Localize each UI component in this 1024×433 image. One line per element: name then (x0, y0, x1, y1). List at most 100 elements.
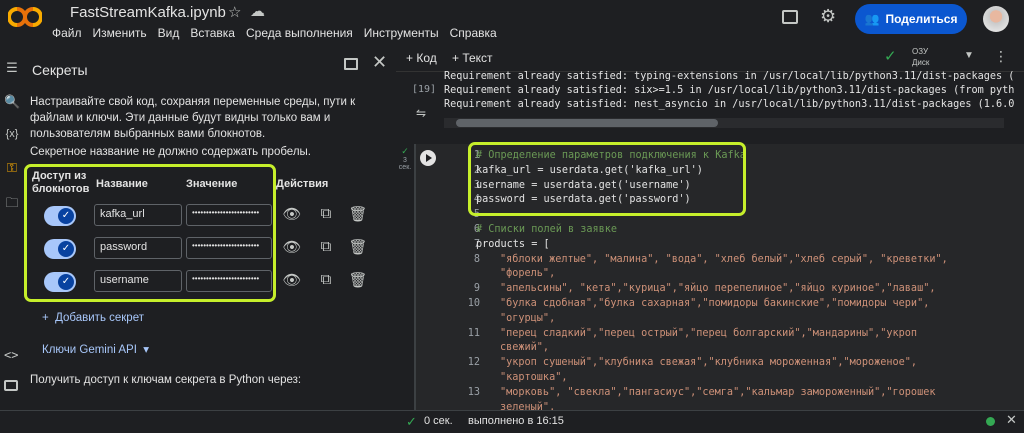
plus-icon: + (42, 312, 56, 324)
search-icon[interactable]: 🔍 (4, 94, 20, 110)
trash-icon[interactable]: 🗑 (348, 271, 368, 291)
scrollbar-thumb[interactable] (456, 119, 718, 127)
code-text: "яблоки желтые", "малина", "вода", "хлеб… (500, 253, 948, 265)
highlight-box (24, 164, 276, 302)
close-icon[interactable]: ✕ (1006, 412, 1017, 428)
line-number: 13 (467, 386, 480, 398)
code-text: "укроп сушеный","клубника свежая","клубн… (500, 357, 918, 369)
highlight-box (468, 142, 746, 216)
share-label: Поделиться (885, 12, 958, 26)
add-secret-button[interactable]: + Добавить секрет (42, 312, 144, 324)
code-text: "картошка", (500, 372, 568, 383)
line-number: 10 (467, 298, 480, 309)
add-code-label: Код (416, 51, 437, 65)
secrets-panel: Секреты ✕ Настраивайте свой код, сохраня… (22, 50, 406, 410)
code-text: "морковь", "свекла","пангасиус","семга",… (500, 386, 936, 398)
add-secret-label: Добавить секрет (55, 312, 144, 324)
gear-icon[interactable]: ⚙ (820, 6, 836, 27)
eye-icon[interactable]: 👁 (282, 271, 302, 291)
code-text: "огурцы", (500, 312, 556, 324)
folder-icon[interactable]: 🗀 (4, 194, 20, 210)
maximize-icon[interactable] (344, 58, 358, 70)
code-text: products = [ (476, 238, 550, 250)
secrets-description: Настраивайте свой код, сохраняя переменн… (30, 96, 356, 140)
output-line: Requirement already satisfied: nest_asyn… (444, 99, 1014, 110)
menu-file[interactable]: Файл (52, 26, 82, 40)
terminal-icon[interactable] (4, 380, 18, 391)
chevron-down-icon[interactable]: ▼ (964, 50, 974, 61)
panel-title: Секреты (32, 62, 88, 78)
status-dot (986, 417, 995, 426)
gemini-keys-button[interactable]: Ключи Gemini API ▾ (42, 342, 149, 356)
notebook-title[interactable]: FastStreamKafka.ipynb (70, 4, 226, 21)
output-menu-icon[interactable]: ⇋ (416, 106, 426, 120)
output-scrollbar[interactable] (444, 118, 1004, 128)
check-icon: ✓ (401, 146, 409, 156)
people-icon: 👥 (864, 12, 880, 26)
gemini-keys-label: Ключи Gemini API (42, 344, 137, 356)
line-number: 12 (467, 357, 480, 369)
check-icon: ✓ (884, 48, 897, 65)
code-text: "форель", (500, 268, 556, 280)
menu-bar: Файл Изменить Вид Вставка Среда выполнен… (52, 26, 497, 40)
code-text: "булка сдобная","булка сахарная","помидо… (500, 298, 930, 309)
code-text: "апельсины", "кета","курица","яйцо переп… (500, 283, 936, 295)
variables-icon[interactable]: {x} (4, 128, 20, 144)
trash-icon[interactable]: 🗑 (348, 205, 368, 225)
ram-disk-indicator[interactable]: ОЗУ Диск (912, 46, 929, 68)
top-bar: FastStreamKafka.ipynb ☆ ☁ Файл Изменить … (0, 0, 1024, 44)
code-text: свежий", (500, 342, 550, 354)
line-number: 9 (473, 283, 480, 295)
cloud-icon[interactable]: ☁ (250, 2, 265, 20)
menu-view[interactable]: Вид (158, 26, 180, 40)
disk-label: Диск (912, 58, 930, 67)
code-snippets-icon[interactable]: <> (4, 348, 18, 362)
output-line: Requirement already satisfied: typing-ex… (444, 71, 1014, 82)
access-text: Получить доступ к ключам секрета в Pytho… (30, 374, 302, 386)
status-done: выполнено в 16:15 (468, 415, 564, 427)
add-code-button[interactable]: + Код (406, 51, 437, 65)
avatar[interactable] (983, 6, 1009, 32)
run-cell-button[interactable] (420, 150, 436, 166)
more-icon[interactable]: ⋮ (994, 48, 1008, 65)
menu-runtime[interactable]: Среда выполнения (246, 26, 353, 40)
left-rail: ☰ 🔍 {x} ⚿ 🗀 (0, 50, 22, 430)
notebook-toolbar: + Код + Текст ✓ ОЗУ Диск ▼ ⋮ (396, 44, 1024, 72)
menu-help[interactable]: Справка (450, 26, 497, 40)
close-icon[interactable]: ✕ (372, 52, 387, 73)
line-number: 8 (473, 253, 480, 265)
output-line: Requirement already satisfied: six>=1.5 … (444, 85, 1014, 96)
cell-duration: 3 сек. (398, 157, 412, 171)
notebook-area: + Код + Текст ✓ ОЗУ Диск ▼ ⋮ [19] ⇋ Requi… (396, 44, 1024, 413)
eye-icon[interactable]: 👁 (282, 238, 302, 258)
execution-count: [19] (412, 84, 437, 95)
colab-logo[interactable] (8, 6, 42, 28)
star-icon[interactable]: ☆ (228, 3, 241, 21)
secrets-warning: Секретное название не должно содержать п… (30, 146, 311, 158)
cell-run-info: ✓ 3 сек. (396, 146, 414, 171)
comment-icon[interactable] (782, 10, 798, 24)
menu-tools[interactable]: Инструменты (364, 26, 439, 40)
status-elapsed: 0 сек. (424, 415, 453, 427)
copy-icon[interactable]: ⧉ (316, 271, 336, 291)
add-text-button[interactable]: + Текст (452, 51, 493, 65)
cell-output: Requirement already satisfied: typing-ex… (444, 70, 1014, 112)
add-text-label: Текст (462, 51, 493, 65)
code-text: "перец сладкий","перец острый","перец бо… (500, 327, 918, 339)
trash-icon[interactable]: 🗑 (348, 238, 368, 258)
code-text: # Списки полей в заявке (476, 224, 618, 235)
header-actions: Действия (276, 178, 329, 190)
line-number: 11 (467, 327, 480, 339)
check-icon: ✓ (406, 414, 417, 429)
list-icon[interactable]: ☰ (4, 60, 20, 76)
ram-label: ОЗУ (912, 47, 929, 56)
key-icon[interactable]: ⚿ (4, 160, 20, 176)
copy-icon[interactable]: ⧉ (316, 238, 336, 258)
menu-insert[interactable]: Вставка (190, 26, 235, 40)
status-bar: ✓ 0 сек. выполнено в 16:15 ✕ (0, 410, 1024, 433)
chevron-down-icon: ▾ (136, 344, 150, 356)
menu-edit[interactable]: Изменить (93, 26, 147, 40)
eye-icon[interactable]: 👁 (282, 205, 302, 225)
share-button[interactable]: 👥 Поделиться (855, 4, 967, 34)
copy-icon[interactable]: ⧉ (316, 205, 336, 225)
